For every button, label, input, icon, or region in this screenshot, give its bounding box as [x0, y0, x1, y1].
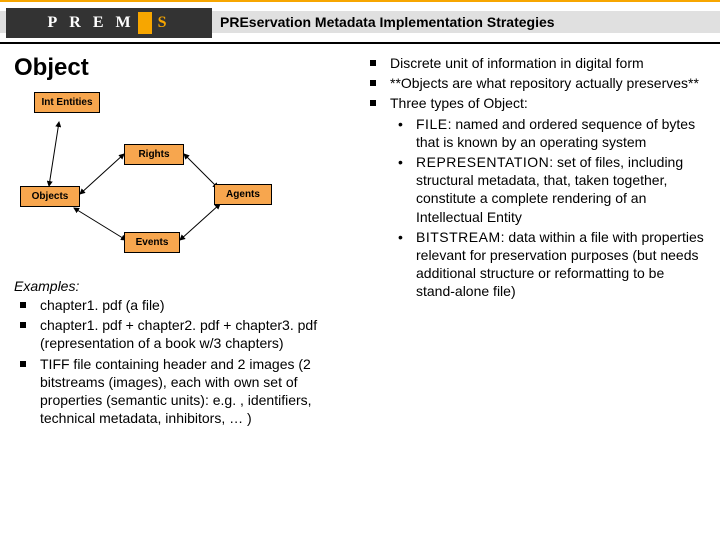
brand-rest: servation Metadata Implementation Strate…: [249, 14, 555, 30]
example-item: TIFF file containing header and 2 images…: [14, 355, 350, 428]
type-item: BITSTREAM: data within a file with prope…: [390, 228, 706, 301]
type-item: FILE: named and ordered sequence of byte…: [390, 115, 706, 151]
diagram-events: Events: [124, 232, 180, 253]
premis-logo: P R E MS: [6, 8, 212, 38]
examples-heading: Examples:: [14, 278, 350, 294]
type-term: REPRESENTATION: [416, 154, 549, 170]
examples-list: chapter1. pdf (a file) chapter1. pdf + c…: [14, 296, 350, 427]
entity-diagram: Int Entities Rights Objects Agents Event…: [14, 92, 274, 272]
type-term: FILE: [416, 116, 448, 132]
example-item: chapter1. pdf (a file): [14, 296, 350, 314]
definition-item: Three types of Object: FILE: named and o…: [364, 94, 706, 300]
type-item: REPRESENTATION: set of files, including …: [390, 153, 706, 226]
definition-item: **Objects are what repository actually p…: [364, 74, 706, 92]
type-rest: : named and ordered sequence of bytes th…: [416, 116, 695, 150]
right-column: Discrete unit of information in digital …: [360, 54, 706, 540]
brand-prefix: PRE: [220, 14, 249, 30]
definition-item: Discrete unit of information in digital …: [364, 54, 706, 72]
diagram-rights: Rights: [124, 144, 184, 165]
diagram-int-entities: Int Entities: [34, 92, 100, 113]
definition-text: Three types of Object:: [390, 95, 528, 111]
definition-list: Discrete unit of information in digital …: [364, 54, 706, 300]
type-term: BITSTREAM: [416, 229, 501, 245]
page-title: Object: [14, 54, 350, 82]
types-list: FILE: named and ordered sequence of byte…: [390, 115, 706, 301]
diagram-objects: Objects: [20, 186, 80, 207]
diagram-agents: Agents: [214, 184, 272, 205]
header: P R E MS PREservation Metadata Implement…: [0, 0, 720, 44]
content: Object: [0, 44, 720, 540]
example-item: chapter1. pdf + chapter2. pdf + chapter3…: [14, 316, 350, 352]
left-column: Object: [14, 54, 360, 540]
